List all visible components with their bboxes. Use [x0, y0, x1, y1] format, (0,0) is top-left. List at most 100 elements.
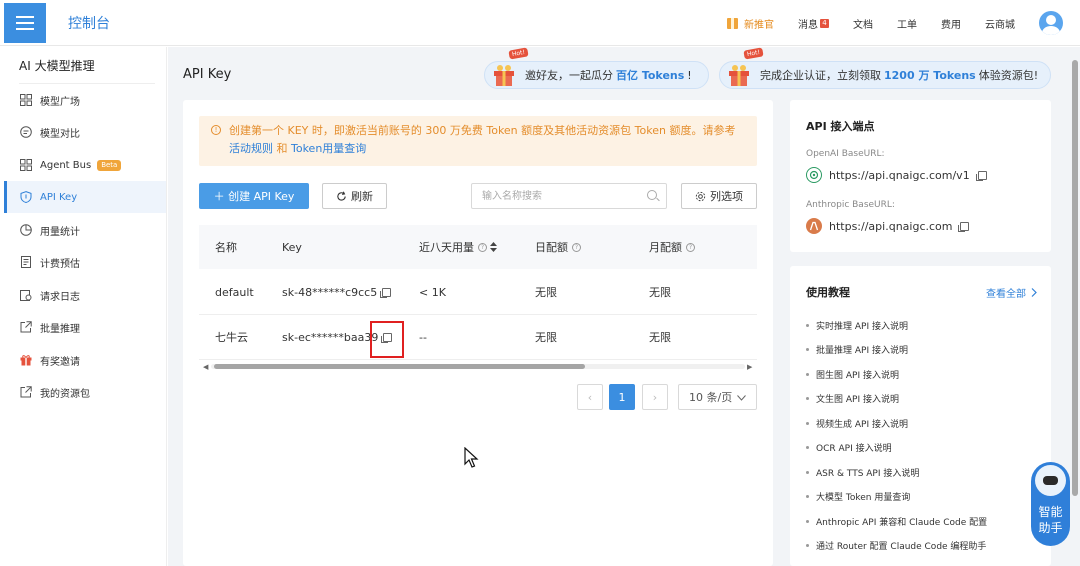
- chevron-right-icon: [1031, 288, 1038, 297]
- sidebar-item-batch-inference[interactable]: 批量推理: [4, 311, 166, 343]
- nav-messages-label: 消息: [798, 19, 818, 31]
- activity-rules-link[interactable]: 活动规则: [229, 142, 273, 155]
- sidebar-item-label: API Key: [40, 191, 78, 203]
- search-input[interactable]: [471, 183, 667, 209]
- pie-chart-icon: [20, 224, 32, 236]
- header-monthly-label: 月配额: [649, 241, 682, 254]
- column-options-button[interactable]: 列选项: [681, 183, 757, 209]
- tutorial-link[interactable]: 批量推理 API 接入说明: [806, 343, 908, 356]
- view-all-label: 查看全部: [986, 289, 1026, 300]
- banner-suffix: !: [687, 68, 692, 82]
- tutorial-link[interactable]: 大模型 Token 用量查询: [806, 490, 910, 503]
- openai-logo-icon: [806, 167, 822, 183]
- anthropic-baseurl-label: Anthropic BaseURL:: [806, 200, 895, 210]
- nav-messages[interactable]: 消息 4: [798, 16, 829, 31]
- sidebar-item-request-log[interactable]: 请求日志: [4, 279, 166, 311]
- sidebar-item-my-resource-packs[interactable]: 我的资源包: [4, 376, 166, 408]
- beta-badge: Beta: [97, 159, 122, 171]
- log-icon: [20, 289, 32, 301]
- scroll-left-icon[interactable]: ◀: [203, 363, 208, 371]
- create-api-key-button[interactable]: ＋ 创建 API Key: [199, 183, 309, 209]
- help-icon[interactable]: ?: [572, 242, 581, 252]
- tutorial-link[interactable]: 视频生成 API 接入说明: [806, 417, 908, 430]
- token-usage-link[interactable]: Token用量查询: [291, 142, 366, 155]
- sidebar-item-label: 批量推理: [40, 323, 80, 335]
- nav-store[interactable]: 云商城: [985, 16, 1015, 31]
- column-options-label: 列选项: [710, 190, 743, 203]
- page-1-button[interactable]: 1: [609, 384, 635, 410]
- tutorial-link[interactable]: Anthropic API 兼容和 Claude Code 配置: [806, 515, 987, 528]
- row-daily: 无限: [535, 286, 557, 299]
- view-all-link[interactable]: 查看全部: [986, 285, 1038, 300]
- help-icon[interactable]: ?: [478, 242, 487, 252]
- tutorial-link[interactable]: 实时推理 API 接入说明: [806, 319, 908, 332]
- tutorial-link[interactable]: OCR API 接入说明: [806, 441, 892, 454]
- banner-text: 完成企业认证，立刻领取: [760, 69, 881, 82]
- scroll-thumb[interactable]: [214, 364, 585, 369]
- gift-icon: [729, 65, 749, 86]
- copy-icon[interactable]: [958, 221, 970, 232]
- page-vertical-scrollbar[interactable]: [1072, 60, 1078, 496]
- console-title[interactable]: 控制台: [68, 13, 110, 33]
- gift-icon: [20, 354, 32, 366]
- sidebar-item-model-plaza[interactable]: 模型广场: [4, 84, 166, 116]
- copy-icon[interactable]: [380, 287, 392, 298]
- sidebar-item-usage-stats[interactable]: 用量统计: [4, 214, 166, 246]
- header-monthly: 月配额 ?: [649, 225, 695, 269]
- invite-banner[interactable]: Hot! 邀好友，一起瓜分 百亿 Tokens !: [484, 47, 709, 89]
- nav-billing[interactable]: 费用: [941, 16, 961, 31]
- sidebar-item-label: 我的资源包: [40, 388, 90, 400]
- row-usage: < 1K: [419, 285, 446, 299]
- nav-promo[interactable]: 新推官: [727, 16, 774, 31]
- nav-docs[interactable]: 文档: [853, 16, 873, 31]
- sidebar-item-model-compare[interactable]: 模型对比: [4, 116, 166, 148]
- table-header: 名称 Key 近八天用量 ? 日配额 ? 月配额 ?: [199, 225, 757, 269]
- table-horizontal-scrollbar[interactable]: ◀ ▶: [199, 362, 757, 371]
- endpoints-title: API 接入端点: [806, 120, 875, 133]
- tutorial-link[interactable]: 通过 Router 配置 Claude Code 编程助手: [806, 539, 986, 552]
- sidebar-item-billing-estimate[interactable]: 计费预估: [4, 246, 166, 278]
- enterprise-banner[interactable]: Hot! 完成企业认证，立刻领取 1200 万 Tokens 体验资源包!: [719, 47, 1051, 89]
- anthropic-url: https://api.qnaigc.com: [829, 219, 953, 233]
- sidebar-item-invite-rewards[interactable]: 有奖邀请: [4, 344, 166, 376]
- nav-tickets[interactable]: 工单: [897, 16, 917, 31]
- gear-icon: [695, 191, 706, 201]
- sidebar-item-label: 请求日志: [40, 291, 80, 303]
- assistant-label: 智能 助手: [1031, 504, 1070, 536]
- notice-banner: ! 创建第一个 KEY 时，即激活当前账号的 300 万免费 Token 额度及…: [199, 116, 757, 166]
- external-link-icon: [20, 386, 32, 398]
- sidebar-item-label: Agent Bus: [40, 159, 92, 171]
- prev-page-button[interactable]: ‹: [577, 384, 603, 410]
- sidebar-item-api-key[interactable]: API Key: [4, 181, 166, 213]
- banner-suffix: 体验资源包!: [978, 69, 1039, 82]
- compare-icon: [20, 126, 32, 138]
- notice-and: 和: [276, 142, 288, 155]
- assistant-label-line1: 智能: [1038, 505, 1063, 519]
- banner-highlight: 1200 万 Tokens: [884, 69, 976, 82]
- refresh-button[interactable]: 刷新: [322, 183, 387, 209]
- copy-icon[interactable]: [975, 170, 987, 181]
- header-daily-label: 日配额: [535, 241, 568, 254]
- user-avatar[interactable]: [1039, 11, 1063, 35]
- smart-assistant-button[interactable]: 智能 助手: [1031, 462, 1070, 546]
- page-size-label: 10 条/页: [689, 391, 733, 404]
- top-bar: 控制台 新推官 消息 4 文档 工单 费用 云商城: [0, 0, 1080, 46]
- tutorial-link[interactable]: ASR & TTS API 接入说明: [806, 466, 919, 479]
- anthropic-logo-icon: [806, 218, 822, 234]
- scroll-right-icon[interactable]: ▶: [747, 363, 752, 371]
- warning-icon: !: [211, 125, 221, 135]
- header-usage[interactable]: 近八天用量 ?: [419, 225, 497, 269]
- page-size-select[interactable]: 10 条/页: [678, 384, 757, 410]
- tutorial-link[interactable]: 图生图 API 接入说明: [806, 368, 899, 381]
- sort-icon[interactable]: [490, 242, 497, 252]
- menu-icon[interactable]: [4, 3, 46, 43]
- tutorial-link[interactable]: 文生图 API 接入说明: [806, 392, 899, 405]
- message-count-badge: 4: [820, 18, 829, 28]
- next-page-button[interactable]: ›: [642, 384, 668, 410]
- help-icon[interactable]: ?: [686, 242, 695, 252]
- sidebar-item-agent-bus[interactable]: Agent Bus Beta: [4, 149, 166, 181]
- shield-icon: [20, 191, 32, 203]
- mouse-cursor-icon: [464, 447, 479, 468]
- external-link-icon: [20, 321, 32, 333]
- document-icon: [20, 256, 32, 268]
